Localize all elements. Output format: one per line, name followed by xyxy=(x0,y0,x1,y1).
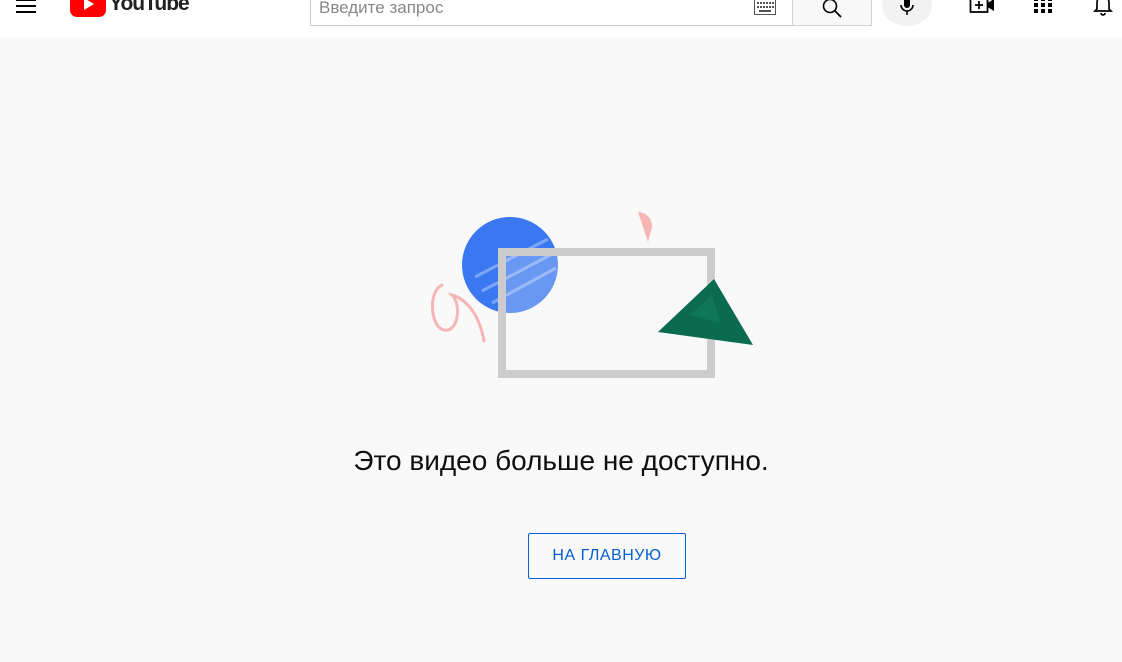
microphone-icon xyxy=(900,0,914,15)
hamburger-menu-icon[interactable] xyxy=(14,0,38,18)
youtube-logo[interactable]: YouTube xyxy=(70,0,190,17)
unavailable-message: Это видео больше не доступно. xyxy=(353,445,769,476)
bell-icon[interactable] xyxy=(1090,0,1116,17)
keyboard-icon[interactable] xyxy=(754,0,776,15)
search-box xyxy=(310,0,792,26)
apps-grid-icon[interactable] xyxy=(1030,0,1056,17)
search-input[interactable] xyxy=(319,0,739,25)
create-video-icon[interactable] xyxy=(969,0,995,17)
voice-search-button[interactable] xyxy=(882,0,932,26)
unavailable-video-illustration xyxy=(430,211,753,378)
pink-half-circle xyxy=(638,211,653,242)
search-icon xyxy=(822,0,842,18)
logo-text: YouTube xyxy=(109,0,190,15)
home-button[interactable]: НА ГЛАВНУЮ xyxy=(528,533,686,579)
search-button[interactable] xyxy=(792,0,872,26)
top-bar: YouTube xyxy=(0,0,1122,37)
youtube-play-icon xyxy=(70,0,106,17)
